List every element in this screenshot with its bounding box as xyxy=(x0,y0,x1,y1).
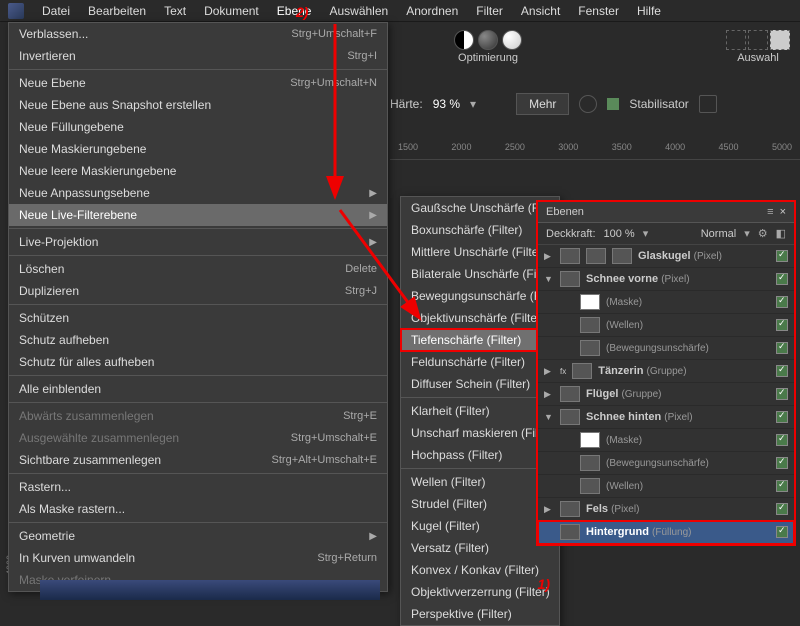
menu-item[interactable]: LöschenDelete xyxy=(9,258,387,280)
menu-ansicht[interactable]: Ansicht xyxy=(521,4,560,18)
layer-row[interactable]: ▼Schnee hinten (Pixel) xyxy=(538,406,794,429)
menu-item[interactable]: Verblassen...Strg+Umschalt+F xyxy=(9,23,387,45)
layer-row[interactable]: (Bewegungsunschärfe) xyxy=(538,452,794,475)
visibility-checkbox[interactable] xyxy=(776,365,788,377)
app-logo xyxy=(8,3,24,19)
layer-row[interactable]: Hintergrund (Füllung) xyxy=(538,521,794,544)
menu-item[interactable]: Schützen xyxy=(9,307,387,329)
menu-item[interactable]: Neue Live-Filterebene▶ xyxy=(9,204,387,226)
opacity-value[interactable]: 100 % xyxy=(604,228,635,240)
visibility-checkbox[interactable] xyxy=(776,250,788,262)
haerte-label: Härte: xyxy=(390,97,423,111)
menubar: Datei Bearbeiten Text Dokument Ebene Aus… xyxy=(0,0,800,22)
auswahl-icons[interactable] xyxy=(726,30,790,50)
menu-item[interactable]: Abwärts zusammenlegenStrg+E xyxy=(9,405,387,427)
menu-item[interactable]: Rastern... xyxy=(9,476,387,498)
layers-panel-menu-icon[interactable]: ≡ xyxy=(767,206,773,218)
layer-row[interactable]: (Wellen) xyxy=(538,314,794,337)
menu-item[interactable]: Als Maske rastern... xyxy=(9,498,387,520)
blend-mode-select[interactable]: Normal xyxy=(701,228,736,240)
layer-row[interactable]: ▶fxTänzerin (Gruppe) xyxy=(538,360,794,383)
layer-row[interactable]: (Maske) xyxy=(538,291,794,314)
annotation-step2: 2) xyxy=(296,4,308,20)
selection-mode-3[interactable] xyxy=(770,30,790,50)
gear-icon[interactable]: ⚙ xyxy=(758,227,768,240)
layer-row[interactable]: ▼Schnee vorne (Pixel) xyxy=(538,268,794,291)
highlight-icon[interactable] xyxy=(502,30,522,50)
visibility-checkbox[interactable] xyxy=(776,434,788,446)
visibility-checkbox[interactable] xyxy=(776,480,788,492)
menu-item[interactable]: Live-Projektion▶ xyxy=(9,231,387,253)
layer-row[interactable]: ▶Glaskugel (Pixel) xyxy=(538,245,794,268)
visibility-checkbox[interactable] xyxy=(776,273,788,285)
layers-panel-close-icon[interactable]: × xyxy=(780,206,786,218)
pressure-icon[interactable] xyxy=(579,95,597,113)
menu-fenster[interactable]: Fenster xyxy=(578,4,619,18)
menu-item[interactable]: Sichtbare zusammenlegenStrg+Alt+Umschalt… xyxy=(9,449,387,471)
selection-mode-2[interactable] xyxy=(748,30,768,50)
opacity-label: Deckkraft: xyxy=(546,228,596,240)
midtone-icon[interactable] xyxy=(478,30,498,50)
visibility-checkbox[interactable] xyxy=(776,526,788,538)
tool-extra-icon[interactable] xyxy=(699,95,717,113)
menu-item[interactable]: Alle einblenden xyxy=(9,378,387,400)
filter-item[interactable]: Perspektive (Filter) xyxy=(401,603,559,625)
optimierung-label: Optimierung xyxy=(458,52,518,64)
visibility-checkbox[interactable] xyxy=(776,296,788,308)
layer-row[interactable]: (Wellen) xyxy=(538,475,794,498)
filter-item[interactable]: Konvex / Konkav (Filter) xyxy=(401,559,559,581)
layer-row[interactable]: ▶Fels (Pixel) xyxy=(538,498,794,521)
fx-icon[interactable]: ◧ xyxy=(776,227,786,240)
menu-item[interactable]: Neue Maskierungebene xyxy=(9,138,387,160)
menu-dokument[interactable]: Dokument xyxy=(204,4,259,18)
menu-item[interactable]: Neue Anpassungsebene▶ xyxy=(9,182,387,204)
menu-anordnen[interactable]: Anordnen xyxy=(406,4,458,18)
mehr-button[interactable]: Mehr xyxy=(516,93,569,115)
auswahl-label: Auswahl xyxy=(737,52,779,64)
top-right-tools: Optimierung Auswahl xyxy=(454,30,790,64)
menu-item[interactable]: In Kurven umwandelnStrg+Return xyxy=(9,547,387,569)
visibility-checkbox[interactable] xyxy=(776,388,788,400)
menu-item[interactable]: Neue EbeneStrg+Umschalt+N xyxy=(9,72,387,94)
menu-item[interactable]: DuplizierenStrg+J xyxy=(9,280,387,302)
layer-row[interactable]: (Maske) xyxy=(538,429,794,452)
menu-text[interactable]: Text xyxy=(164,4,186,18)
visibility-checkbox[interactable] xyxy=(776,457,788,469)
layer-row[interactable]: (Bewegungsunschärfe) xyxy=(538,337,794,360)
menu-datei[interactable]: Datei xyxy=(42,4,70,18)
menu-item[interactable]: InvertierenStrg+I xyxy=(9,45,387,67)
canvas-preview xyxy=(40,580,380,600)
menu-item[interactable]: Neue Füllungebene xyxy=(9,116,387,138)
menu-item[interactable]: Neue leere Maskierungebene xyxy=(9,160,387,182)
tool-options-bar: Härte: 93 % ▾ Mehr Stabilisator xyxy=(390,92,790,116)
stabilisator-checkbox[interactable] xyxy=(607,98,619,110)
horizontal-ruler: 15002000250030003500400045005000 xyxy=(390,142,800,160)
menu-item[interactable]: Neue Ebene aus Snapshot erstellen xyxy=(9,94,387,116)
menu-item[interactable]: Ausgewählte zusammenlegenStrg+Umschalt+E xyxy=(9,427,387,449)
contrast-icon[interactable] xyxy=(454,30,474,50)
optimierung-icons[interactable] xyxy=(454,30,522,50)
menu-hilfe[interactable]: Hilfe xyxy=(637,4,661,18)
annotation-step1: 1) xyxy=(538,576,550,592)
ebene-dropdown-menu: Verblassen...Strg+Umschalt+FInvertierenS… xyxy=(8,22,388,592)
layer-row[interactable]: ▶Flügel (Gruppe) xyxy=(538,383,794,406)
menu-bearbeiten[interactable]: Bearbeiten xyxy=(88,4,146,18)
menu-filter[interactable]: Filter xyxy=(476,4,503,18)
layers-panel: Ebenen ≡ × Deckkraft: 100 % ▾ Normal ▾ ⚙… xyxy=(536,200,796,546)
menu-auswaehlen[interactable]: Auswählen xyxy=(329,4,388,18)
haerte-value[interactable]: 93 % xyxy=(433,97,460,111)
layers-tab-label[interactable]: Ebenen xyxy=(546,206,584,218)
visibility-checkbox[interactable] xyxy=(776,342,788,354)
menu-item[interactable]: Schutz für alles aufheben xyxy=(9,351,387,373)
menu-item[interactable]: Schutz aufheben xyxy=(9,329,387,351)
selection-mode-1[interactable] xyxy=(726,30,746,50)
visibility-checkbox[interactable] xyxy=(776,503,788,515)
stabilisator-label: Stabilisator xyxy=(629,97,688,111)
visibility-checkbox[interactable] xyxy=(776,411,788,423)
visibility-checkbox[interactable] xyxy=(776,319,788,331)
menu-item[interactable]: Geometrie▶ xyxy=(9,525,387,547)
